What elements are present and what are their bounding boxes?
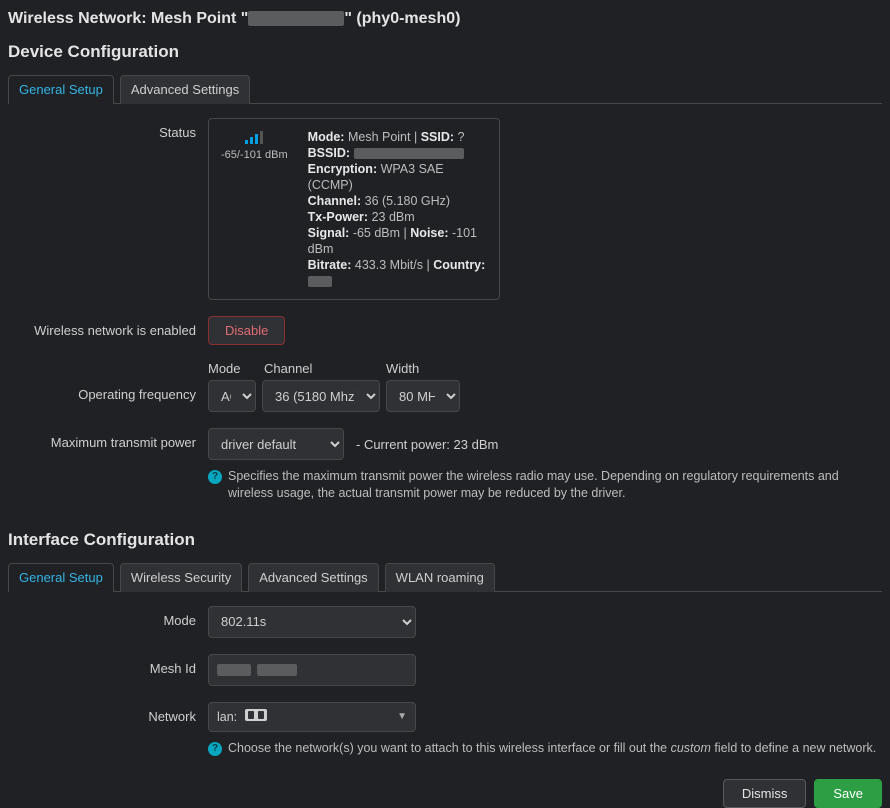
save-button[interactable]: Save [814,779,882,808]
bssid-label: BSSID: [308,146,350,160]
network-select[interactable]: lan: ▼ [208,702,416,732]
ethernet-icon [245,709,267,721]
device-config-tabs: General Setup Advanced Settings [8,74,882,104]
status-label: Status [8,118,208,140]
freq-width-select[interactable]: 80 MHz [386,380,460,412]
help-icon: ? [208,742,222,756]
ssid-value: ? [458,130,465,144]
network-value: lan: [217,710,237,724]
txpower-label: Tx-Power: [308,210,368,224]
freq-channel-select[interactable]: 36 (5180 Mhz) [262,380,380,412]
mode-label: Mode: [308,130,345,144]
enabled-label: Wireless network is enabled [8,316,208,338]
tab-general-setup[interactable]: General Setup [8,75,114,104]
bitrate-label: Bitrate: [308,258,352,272]
status-details: Mode: Mesh Point | SSID: ? BSSID: Encryp… [308,129,487,289]
current-power-hint: - Current power: 23 dBm [356,437,498,452]
redacted-text [354,148,464,159]
dismiss-button[interactable]: Dismiss [723,779,807,808]
status-box: -65/-101 dBm Mode: Mesh Point | SSID: ? … [208,118,500,300]
signal-value: -65 dBm [353,226,400,240]
chevron-down-icon: ▼ [397,711,407,722]
iface-mode-select[interactable]: 802.11s [208,606,416,638]
page-title-suffix: " (phy0-mesh0) [344,10,460,27]
freq-mode-select[interactable]: AC [208,380,256,412]
interface-config-tabs: General Setup Wireless Security Advanced… [8,562,882,592]
encryption-label: Encryption: [308,162,377,176]
tab-wireless-security[interactable]: Wireless Security [120,563,242,592]
bitrate-value: 433.3 Mbit/s [355,258,423,272]
page-title: Wireless Network: Mesh Point " " (phy0-me… [8,10,882,28]
country-label: Country: [433,258,485,272]
iface-mode-label: Mode [8,606,208,628]
tab-advanced-settings[interactable]: Advanced Settings [120,75,250,104]
channel-value: 36 (5.180 GHz) [365,194,450,208]
channel-label: Channel: [308,194,361,208]
freq-width-label: Width [386,361,456,376]
tx-power-help-text: Specifies the maximum transmit power the… [228,468,882,502]
freq-mode-label: Mode [208,361,256,376]
interface-config-heading: Interface Configuration [8,530,882,550]
redacted-text [248,11,344,26]
tab-iface-advanced-settings[interactable]: Advanced Settings [248,563,378,592]
network-help-text: Choose the network(s) you want to attach… [228,740,876,757]
tab-iface-general-setup[interactable]: General Setup [8,563,114,592]
signal-db-text: -65/-101 dBm [221,149,288,161]
device-config-heading: Device Configuration [8,42,882,62]
disable-button[interactable]: Disable [208,316,285,345]
max-tx-power-label: Maximum transmit power [8,428,208,450]
redacted-text [308,276,332,287]
mesh-id-label: Mesh Id [8,654,208,676]
operating-frequency-label: Operating frequency [8,361,208,402]
noise-label: Noise: [410,226,448,240]
help-icon: ? [208,470,222,484]
signal-label: Signal: [308,226,350,240]
network-label: Network [8,702,208,724]
txpower-value: 23 dBm [372,210,415,224]
max-tx-power-select[interactable]: driver default [208,428,344,460]
ssid-label: SSID: [421,130,454,144]
tab-wlan-roaming[interactable]: WLAN roaming [385,563,495,592]
mode-value: Mesh Point [348,130,411,144]
mesh-id-field[interactable] [208,654,416,686]
signal-strength-icon [245,131,263,144]
freq-channel-label: Channel [264,361,378,376]
page-title-prefix: Wireless Network: Mesh Point " [8,10,248,27]
